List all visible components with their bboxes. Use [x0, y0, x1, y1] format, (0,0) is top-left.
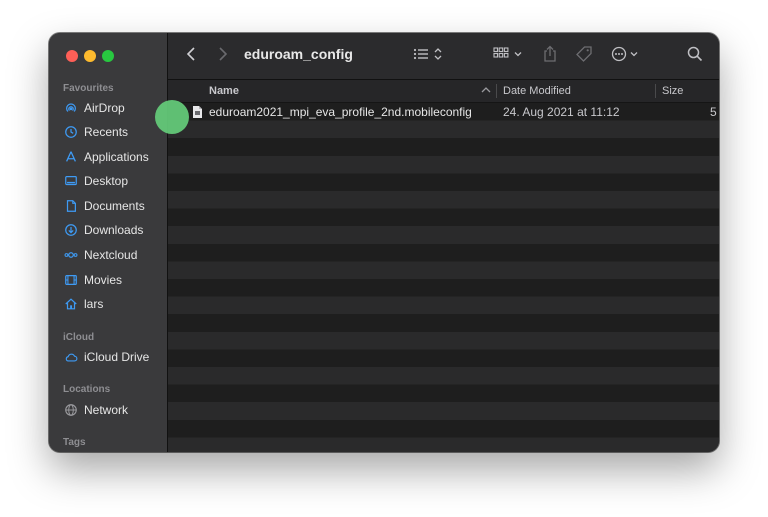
nextcloud-icon: [63, 247, 79, 263]
sidebar: Favourites AirDrop Recents Applications …: [49, 33, 168, 452]
group-by-button[interactable]: [492, 45, 526, 67]
sidebar-item-airdrop[interactable]: AirDrop: [63, 98, 163, 118]
sidebar-item-movies[interactable]: Movies: [63, 270, 163, 290]
sidebar-item-label: lars: [84, 297, 104, 311]
sidebar-section-favourites: Favourites: [63, 83, 114, 94]
file-size: 5: [710, 105, 717, 119]
sidebar-item-lars[interactable]: lars: [63, 294, 163, 314]
search-icon: [687, 46, 703, 67]
chevron-left-icon: [186, 46, 196, 66]
sidebar-section-tags: Tags: [63, 437, 86, 448]
sidebar-section-locations: Locations: [63, 384, 111, 395]
ellipsis-circle-icon: [611, 46, 643, 67]
share-icon: [543, 45, 557, 68]
window-title: eduroam_config: [244, 46, 353, 62]
column-header-name-label: Name: [209, 85, 239, 97]
applications-icon: [63, 149, 79, 165]
home-icon: [63, 296, 79, 312]
sidebar-item-label: Movies: [84, 273, 123, 287]
download-icon: [63, 222, 79, 238]
column-header-size[interactable]: Size: [662, 80, 712, 102]
list-icon: [413, 47, 445, 66]
sidebar-item-label: iCloud Drive: [84, 350, 150, 364]
sidebar-item-recents[interactable]: Recents: [63, 122, 163, 142]
toolbar: eduroam_config: [168, 33, 719, 80]
sidebar-item-label: Applications: [84, 150, 149, 164]
view-list-button[interactable]: [412, 45, 446, 67]
airdrop-icon: [63, 100, 79, 116]
finder-window: Favourites AirDrop Recents Applications …: [49, 33, 719, 452]
sidebar-item-documents[interactable]: Documents: [63, 196, 163, 216]
sidebar-item-icloud-drive[interactable]: iCloud Drive: [63, 347, 163, 367]
globe-icon: [63, 402, 79, 418]
column-header-date-label: Date Modified: [503, 85, 571, 97]
file-document-icon: [192, 105, 203, 122]
document-icon: [63, 198, 79, 214]
close-button[interactable]: [66, 50, 78, 62]
column-separator[interactable]: [496, 84, 497, 98]
tag-button[interactable]: [573, 45, 595, 67]
sidebar-item-network[interactable]: Network: [63, 400, 163, 420]
sidebar-item-downloads[interactable]: Downloads: [63, 220, 163, 240]
file-date-modified: 24. Aug 2021 at 11:12: [503, 105, 620, 119]
column-header-size-label: Size: [662, 85, 684, 97]
sort-ascending-icon: [481, 85, 491, 98]
file-list[interactable]: eduroam2021_mpi_eva_profile_2nd.mobileco…: [168, 103, 719, 452]
chevron-right-icon: [218, 46, 228, 66]
desktop-icon: [63, 173, 79, 189]
column-header-name[interactable]: Name: [209, 80, 489, 102]
grid-icon: [493, 46, 525, 66]
table-row[interactable]: eduroam2021_mpi_eva_profile_2nd.mobileco…: [168, 103, 719, 121]
sidebar-item-label: AirDrop: [84, 101, 125, 115]
share-button[interactable]: [540, 45, 560, 67]
file-name: eduroam2021_mpi_eva_profile_2nd.mobileco…: [209, 105, 472, 119]
sidebar-item-desktop[interactable]: Desktop: [63, 171, 163, 191]
sidebar-item-nextcloud[interactable]: Nextcloud: [63, 245, 163, 265]
sidebar-item-label: Desktop: [84, 174, 129, 188]
back-button[interactable]: [182, 45, 200, 67]
sidebar-item-label: Downloads: [84, 223, 144, 237]
sidebar-item-label: Documents: [84, 199, 145, 213]
column-header-date-modified[interactable]: Date Modified: [503, 80, 653, 102]
cloud-icon: [63, 349, 79, 365]
sidebar-item-label: Network: [84, 403, 129, 417]
sidebar-item-applications[interactable]: Applications: [63, 147, 163, 167]
minimize-button[interactable]: [84, 50, 96, 62]
sidebar-section-icloud: iCloud: [63, 332, 95, 343]
clock-icon: [63, 124, 79, 140]
sidebar-item-label: Nextcloud: [84, 248, 138, 262]
more-actions-button[interactable]: [610, 45, 644, 67]
film-icon: [63, 272, 79, 288]
tag-icon: [575, 45, 593, 68]
search-button[interactable]: [685, 45, 705, 67]
sidebar-item-label: Recents: [84, 125, 129, 139]
click-indicator: [155, 100, 189, 134]
forward-button[interactable]: [214, 45, 232, 67]
column-separator[interactable]: [655, 84, 656, 98]
zoom-button[interactable]: [102, 50, 114, 62]
column-headers: Name Date Modified Size: [168, 80, 719, 103]
